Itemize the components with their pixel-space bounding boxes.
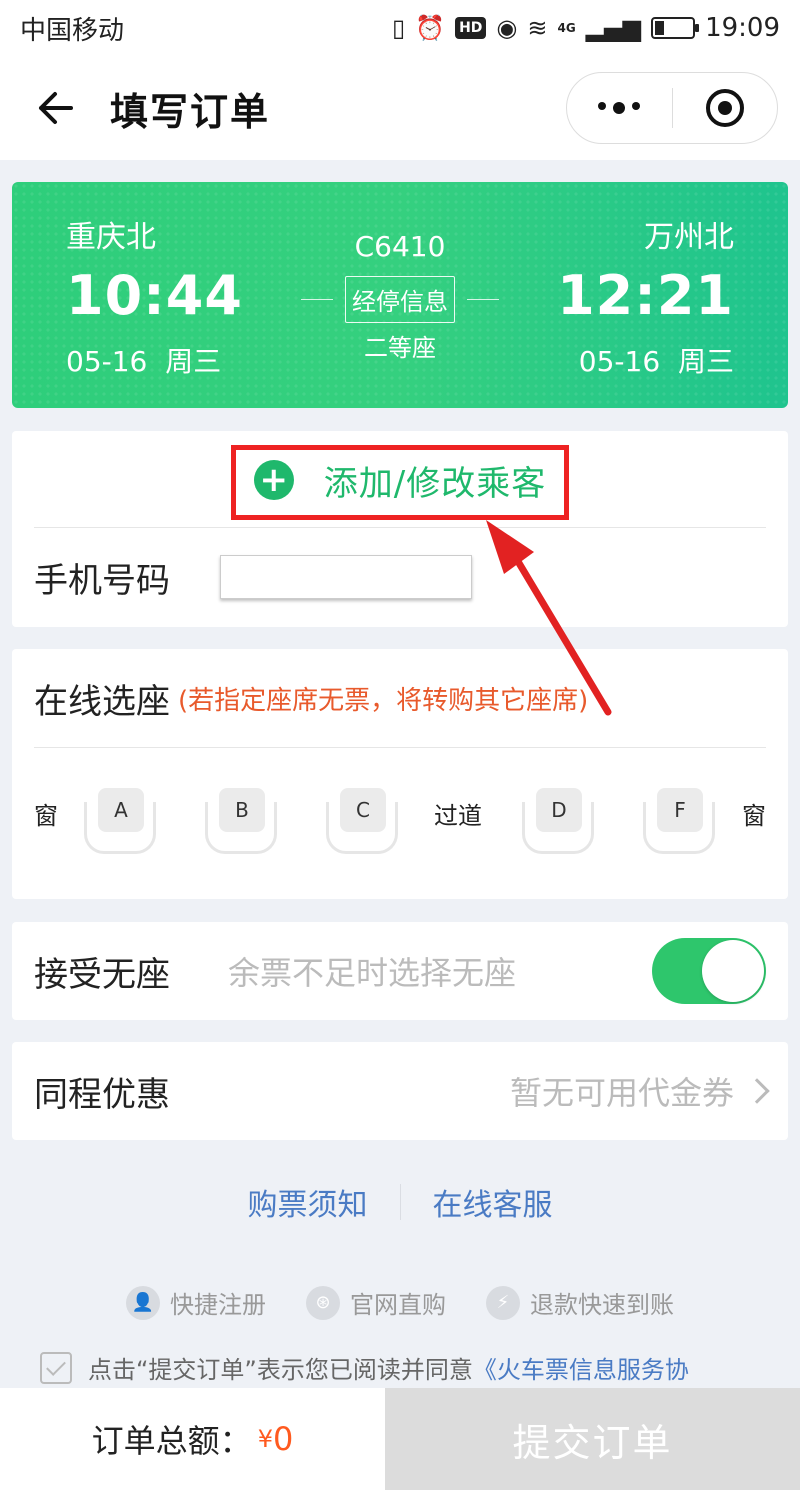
seat-selection-title: 在线选座 xyxy=(34,681,170,722)
train-number: C6410 xyxy=(354,230,446,263)
lightning-icon: ⚡ xyxy=(486,1285,520,1320)
window-left-label: 窗 xyxy=(34,802,58,830)
seat-map: 窗 A B C 过道 D F 窗 xyxy=(12,748,788,900)
feature-fast-refund: ⚡ 退款快速到账 xyxy=(486,1285,674,1320)
page-title: 填写订单 xyxy=(110,89,271,134)
feature-official-purchase: ⊛ 官网直购 xyxy=(306,1285,446,1320)
passenger-card: + 添加/修改乘客 手机号码 xyxy=(12,431,788,627)
seat-f[interactable]: F xyxy=(643,788,715,854)
phone-input[interactable] xyxy=(220,555,472,599)
stop-info-button[interactable]: 经停信息 xyxy=(345,276,455,323)
nav-bar: 填写订单 xyxy=(0,56,800,160)
no-seat-label: 接受无座 xyxy=(34,954,170,995)
aisle-label: 过道 xyxy=(434,802,482,830)
chevron-right-icon xyxy=(744,1078,770,1104)
total-amount: 0 xyxy=(272,1420,294,1458)
alarm-icon: ⏰ xyxy=(415,14,446,42)
eye-icon: ◉ xyxy=(496,14,518,42)
ticket-notice-link[interactable]: 购票须知 xyxy=(216,1180,400,1224)
railway-logo-icon: ⊛ xyxy=(306,1285,340,1320)
more-dots-icon xyxy=(598,102,641,114)
no-seat-card: 接受无座 余票不足时选择无座 xyxy=(12,922,788,1020)
vibrate-icon: ▯ xyxy=(391,14,406,42)
feature-badges: 👤 快捷注册 ⊛ 官网直购 ⚡ 退款快速到账 xyxy=(0,1285,800,1320)
status-icons: ▯ ⏰ HD ◉ ≋ 4G ▂▄▆ 19:09 xyxy=(392,13,780,43)
train-info-card: 重庆北 10:44 05-16 周三 万州北 12:21 05-16 周三 C6… xyxy=(12,182,788,408)
seat-b[interactable]: B xyxy=(205,788,277,854)
back-arrow-icon xyxy=(39,92,73,124)
window-right-label: 窗 xyxy=(742,802,766,830)
promo-value: 暂无可用代金券 xyxy=(509,1074,734,1112)
seat-c[interactable]: C xyxy=(326,788,398,854)
status-bar: 中国移动 ▯ ⏰ HD ◉ ≋ 4G ▂▄▆ 19:09 xyxy=(0,0,800,56)
phone-label: 手机号码 xyxy=(34,560,170,601)
no-seat-hint: 余票不足时选择无座 xyxy=(228,954,517,992)
clock: 19:09 xyxy=(705,13,780,43)
hd-icon: HD xyxy=(455,17,487,39)
seat-selection-hint: (若指定座席无票，将转购其它座席) xyxy=(178,685,589,716)
plus-icon: + xyxy=(253,460,294,500)
agreement-link[interactable]: 《火车票信息服务协 xyxy=(473,1350,689,1385)
back-button[interactable] xyxy=(0,56,110,160)
user-icon: 👤 xyxy=(126,1285,160,1320)
network-label: 4G xyxy=(557,21,576,35)
stop-info-row: 经停信息 xyxy=(12,276,788,323)
no-seat-toggle[interactable] xyxy=(652,938,766,1004)
feature-quick-register: 👤 快捷注册 xyxy=(126,1285,266,1320)
seat-a[interactable]: A xyxy=(84,788,156,854)
agreement-checkbox[interactable] xyxy=(40,1351,72,1384)
promo-card[interactable]: 同程优惠 暂无可用代金券 xyxy=(12,1042,788,1140)
bottom-bar: 订单总额： ¥ 0 提交订单 xyxy=(0,1388,800,1490)
battery-icon xyxy=(651,17,700,39)
phone-row: 手机号码 xyxy=(12,528,788,626)
mini-program-capsule xyxy=(566,72,778,144)
submit-order-button[interactable]: 提交订单 xyxy=(385,1388,800,1490)
add-passenger-row: + 添加/修改乘客 xyxy=(12,431,788,527)
agreement-text: 点击“提交订单”表示您已阅读并同意 xyxy=(88,1356,473,1384)
promo-row: 同程优惠 暂无可用代金券 xyxy=(12,1042,788,1140)
signal-icon: ▂▄▆ xyxy=(585,14,642,42)
add-passenger-label: 添加/修改乘客 xyxy=(323,463,547,504)
currency-symbol: ¥ xyxy=(257,1425,273,1453)
target-icon xyxy=(705,89,744,127)
promo-label: 同程优惠 xyxy=(34,1074,170,1115)
agreement-row: 点击“提交订单”表示您已阅读并同意 《火车票信息服务协 xyxy=(40,1350,800,1385)
seat-selection-card: 在线选座 (若指定座席无票，将转购其它座席) 窗 A B C 过道 D F 窗 xyxy=(12,649,788,899)
help-links: 购票须知 在线客服 xyxy=(0,1180,800,1224)
seat-d[interactable]: D xyxy=(522,788,594,854)
total-label: 订单总额： xyxy=(91,1422,252,1460)
seat-class: 二等座 xyxy=(364,334,436,362)
add-passenger-button[interactable]: + 添加/修改乘客 xyxy=(230,444,570,520)
online-service-link[interactable]: 在线客服 xyxy=(401,1180,585,1224)
wifi-icon: ≋ xyxy=(527,14,548,42)
order-total: 订单总额： ¥ 0 xyxy=(0,1388,385,1490)
carrier-name: 中国移动 xyxy=(20,15,125,46)
close-mini-program-button[interactable] xyxy=(673,73,778,143)
no-seat-row: 接受无座 余票不足时选择无座 xyxy=(12,922,788,1020)
seat-selection-header: 在线选座 (若指定座席无票，将转购其它座席) xyxy=(12,649,788,747)
more-button[interactable] xyxy=(567,73,672,143)
